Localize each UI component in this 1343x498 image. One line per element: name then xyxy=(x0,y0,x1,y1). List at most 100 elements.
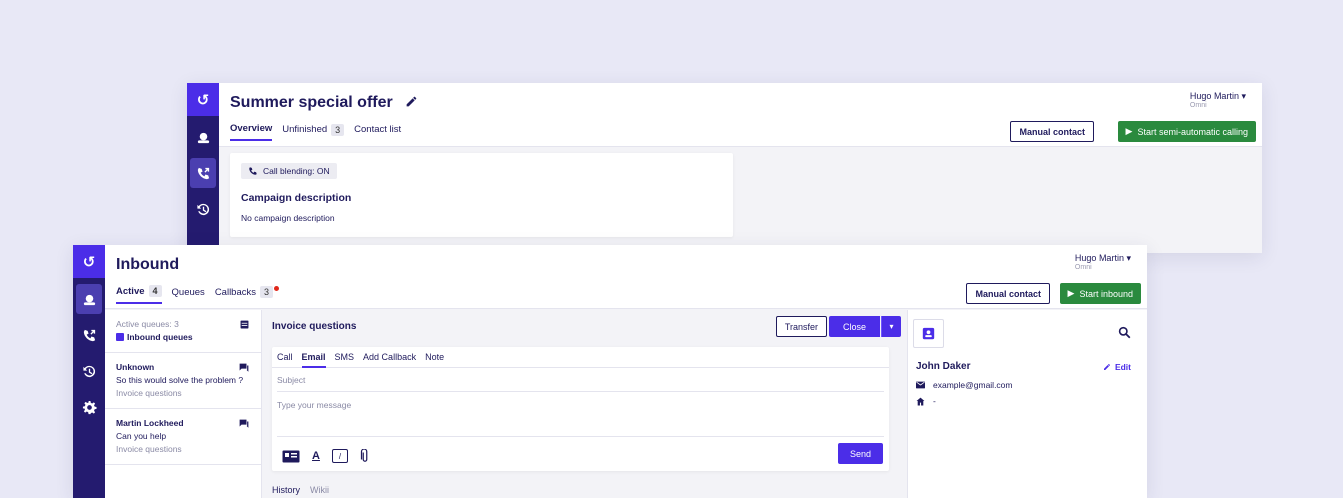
nav-rail: ↺ xyxy=(187,83,219,253)
composer-toolbar: A / xyxy=(282,449,370,463)
tab-callbacks[interactable]: Callbacks 3 xyxy=(214,285,280,304)
history-icon xyxy=(82,365,95,377)
tab-note[interactable]: Note xyxy=(425,352,444,367)
close-button[interactable]: Close xyxy=(828,316,880,337)
transfer-button[interactable]: Transfer xyxy=(775,316,827,337)
tab-email[interactable]: Email xyxy=(301,352,326,368)
tab-label: Callbacks xyxy=(214,286,256,298)
nav-agent[interactable] xyxy=(76,284,102,314)
template-icon[interactable]: / xyxy=(331,449,348,463)
count-badge: 4 xyxy=(148,285,162,297)
user-name: Hugo Martin xyxy=(1189,91,1239,101)
tab-unfinished[interactable]: Unfinished 3 xyxy=(282,123,345,141)
contact-email-row: example@gmail.com xyxy=(916,380,1013,390)
campaign-header: Summer special offer Overview Unfinished… xyxy=(219,83,1262,147)
nav-calls[interactable] xyxy=(190,158,216,188)
contact-panel: John Daker Edit example@gmail.com - xyxy=(907,310,1147,498)
tab-wiki[interactable]: Wikii xyxy=(310,485,329,498)
contact-address: - xyxy=(933,396,936,406)
active-queues-label: Active queues: 3 xyxy=(116,319,179,329)
history-icon xyxy=(196,203,209,215)
tab-add-callback[interactable]: Add Callback xyxy=(363,352,416,367)
nav-calls[interactable] xyxy=(76,320,102,350)
start-semi-automatic-button[interactable]: ▶ Start semi-automatic calling xyxy=(1117,121,1256,142)
logo-icon[interactable]: ↺ xyxy=(73,245,105,278)
tab-call[interactable]: Call xyxy=(277,352,293,367)
tab-label: Queues xyxy=(171,286,205,298)
conversation-message: Can you help xyxy=(116,431,167,441)
notification-dot xyxy=(274,285,280,291)
contact-tab[interactable] xyxy=(913,319,944,348)
campaign-window: ↺ Summer special offer Overview Unfinish… xyxy=(187,83,1262,253)
conversation-name: Martin Lockheed xyxy=(116,418,184,428)
conversation-list: Active queues: 3 Inbound queues Unknown … xyxy=(105,310,262,498)
chevron-down-icon: ▾ xyxy=(889,322,894,331)
campaign-description-card: Call blending: ON Campaign description N… xyxy=(230,153,733,237)
pencil-icon xyxy=(1103,364,1110,370)
start-inbound-button[interactable]: ▶ Start inbound xyxy=(1059,283,1141,304)
campaign-tabs: Overview Unfinished 3 Contact list xyxy=(230,123,401,141)
conversation-title: Invoice questions xyxy=(272,321,357,332)
tab-contact-list[interactable]: Contact list xyxy=(354,123,401,141)
contact-icon xyxy=(922,327,935,340)
pencil-icon[interactable] xyxy=(405,95,418,108)
nav-rail: ↺ xyxy=(73,245,105,498)
edit-contact-button[interactable]: Edit xyxy=(1103,362,1131,372)
user-name: Hugo Martin xyxy=(1074,253,1124,263)
user-role: Omni xyxy=(1074,264,1092,271)
conversation-message: So this would solve the problem ? xyxy=(116,375,244,385)
conversation-panel: Invoice questions Transfer Close ▾ Call … xyxy=(262,310,907,498)
list-item[interactable]: Martin Lockheed Can you help Invoice que… xyxy=(105,409,261,465)
manual-contact-button[interactable]: Manual contact xyxy=(1010,121,1094,142)
manual-contact-button[interactable]: Manual contact xyxy=(966,283,1050,304)
list-icon[interactable] xyxy=(240,320,249,329)
chevron-down-icon: ▾ xyxy=(1241,91,1246,101)
tab-overview[interactable]: Overview xyxy=(230,123,273,141)
page-title: Summer special offer xyxy=(230,94,418,112)
nav-history[interactable] xyxy=(76,356,102,386)
count-badge: 3 xyxy=(331,123,345,136)
logo-icon[interactable]: ↺ xyxy=(187,83,219,116)
close-options-button[interactable]: ▾ xyxy=(881,316,901,337)
nav-agent[interactable] xyxy=(190,122,216,152)
list-item[interactable]: Unknown So this would solve the problem … xyxy=(105,353,261,409)
count-badge: 3 xyxy=(260,286,274,298)
user-menu[interactable]: Hugo Martin ▾ Omni xyxy=(1075,253,1131,271)
tab-sms[interactable]: SMS xyxy=(335,352,355,367)
tab-queues[interactable]: Queues xyxy=(172,285,205,304)
tab-label: Unfinished xyxy=(282,124,328,135)
subject-input[interactable]: Subject xyxy=(277,368,884,392)
search-icon[interactable] xyxy=(1118,326,1131,339)
history-tabs: History Wikii xyxy=(272,485,329,498)
text-format-icon[interactable]: A xyxy=(312,450,320,462)
link-label: Inbound queues xyxy=(127,332,193,342)
headset-icon xyxy=(197,132,209,143)
inbound-tabs: Active 4 Queues Callbacks 3 xyxy=(116,285,280,304)
nav-settings[interactable] xyxy=(76,392,102,422)
active-queues-item[interactable]: Active queues: 3 Inbound queues xyxy=(105,310,261,353)
chat-icon xyxy=(239,363,249,372)
button-label: Start semi-automatic calling xyxy=(1137,126,1248,137)
tab-active[interactable]: Active 4 xyxy=(116,285,162,304)
tab-label: Overview xyxy=(230,123,273,134)
inbound-queues-link[interactable]: Inbound queues xyxy=(116,331,250,344)
send-button[interactable]: Send xyxy=(837,443,883,464)
tab-label: Active xyxy=(116,285,145,297)
contact-email[interactable]: example@gmail.com xyxy=(933,380,1013,390)
message-composer: Call Email SMS Add Callback Note Subject… xyxy=(272,347,889,471)
tab-history[interactable]: History xyxy=(272,485,300,498)
user-role: Omni xyxy=(1189,102,1207,109)
chevron-down-icon: ▾ xyxy=(1126,253,1131,263)
contact-name: John Daker xyxy=(916,361,971,372)
conversation-queue: Invoice questions xyxy=(116,388,182,398)
home-icon xyxy=(916,397,925,405)
phone-forward-icon xyxy=(83,329,95,341)
message-input[interactable]: Type your message xyxy=(277,392,884,437)
contact-card-icon[interactable] xyxy=(282,450,300,463)
play-icon: ▶ xyxy=(1125,126,1133,136)
channel-tabs: Call Email SMS Add Callback Note xyxy=(272,347,889,368)
attachment-icon[interactable] xyxy=(360,449,370,463)
user-menu[interactable]: Hugo Martin ▾ Omni xyxy=(1190,91,1246,109)
description-heading: Campaign description xyxy=(241,192,352,204)
nav-history[interactable] xyxy=(190,194,216,224)
